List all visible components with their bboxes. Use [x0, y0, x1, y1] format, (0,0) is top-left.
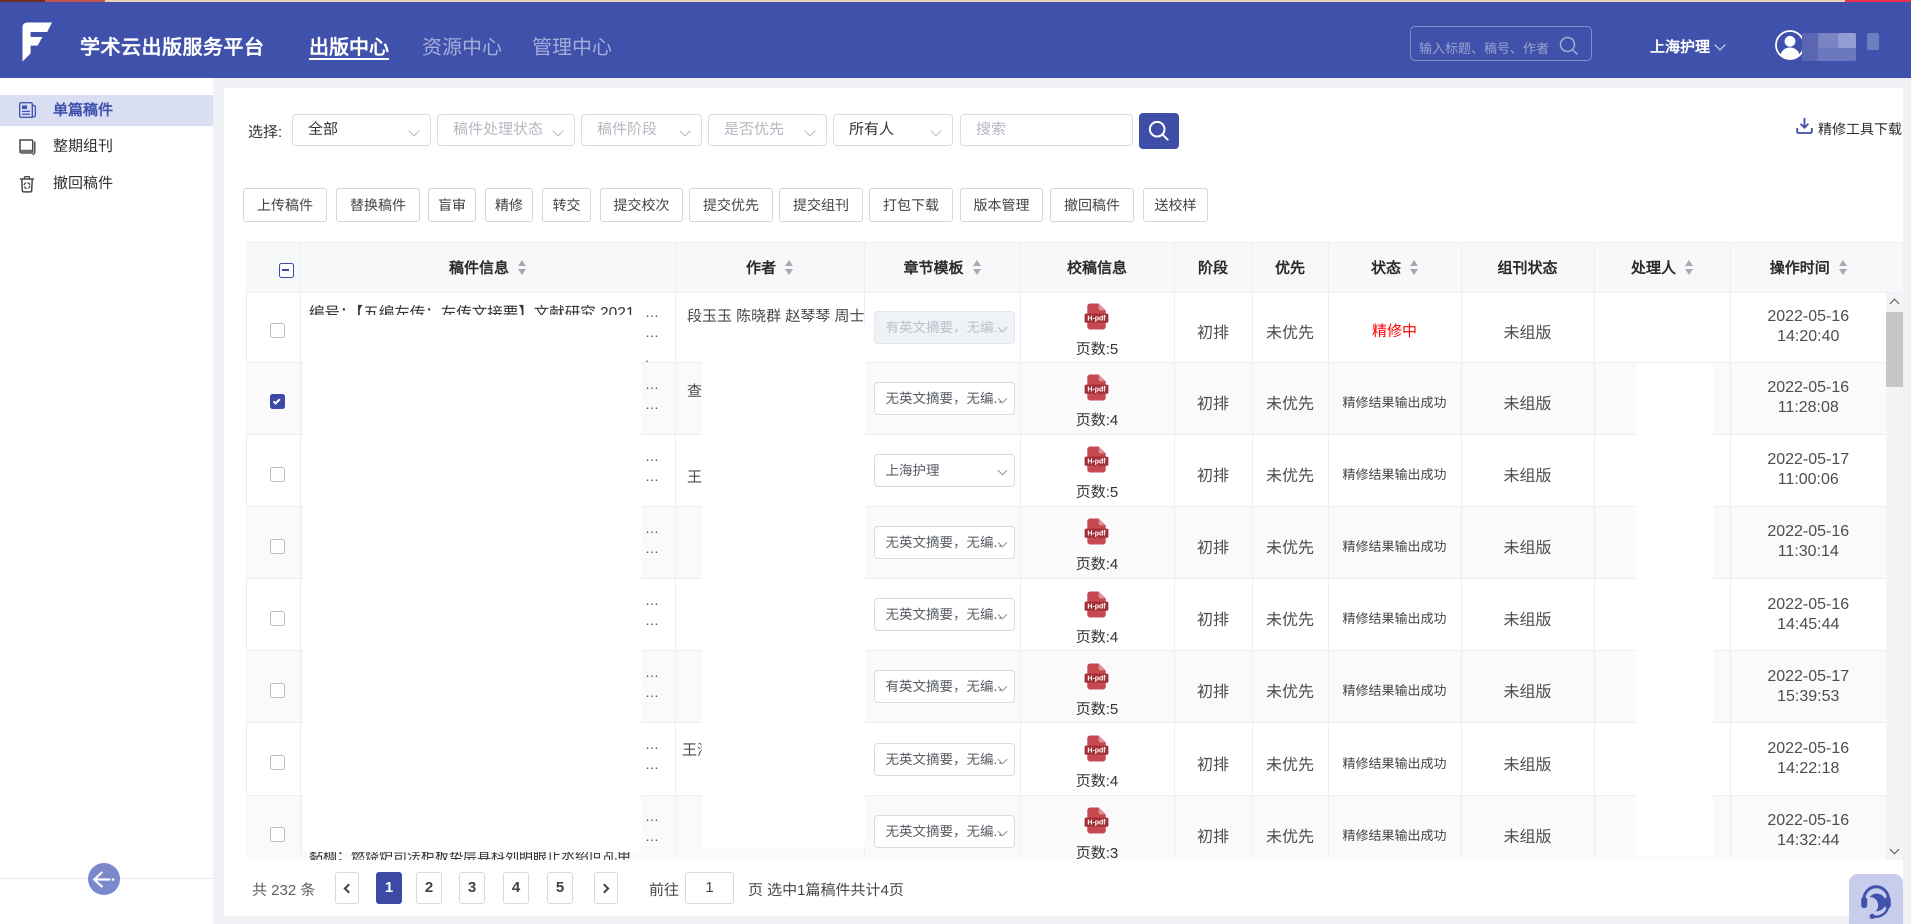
svg-text:H-pdf: H-pdf [1088, 748, 1107, 755]
svg-text:H-pdf: H-pdf [1088, 459, 1107, 466]
svg-text:H-pdf: H-pdf [1088, 531, 1107, 538]
svg-text:H-pdf: H-pdf [1088, 675, 1107, 682]
svg-text:H-pdf: H-pdf [1088, 387, 1107, 394]
svg-text:H-pdf: H-pdf [1088, 316, 1107, 323]
svg-text:H-pdf: H-pdf [1088, 820, 1107, 827]
svg-text:H-pdf: H-pdf [1088, 603, 1107, 610]
